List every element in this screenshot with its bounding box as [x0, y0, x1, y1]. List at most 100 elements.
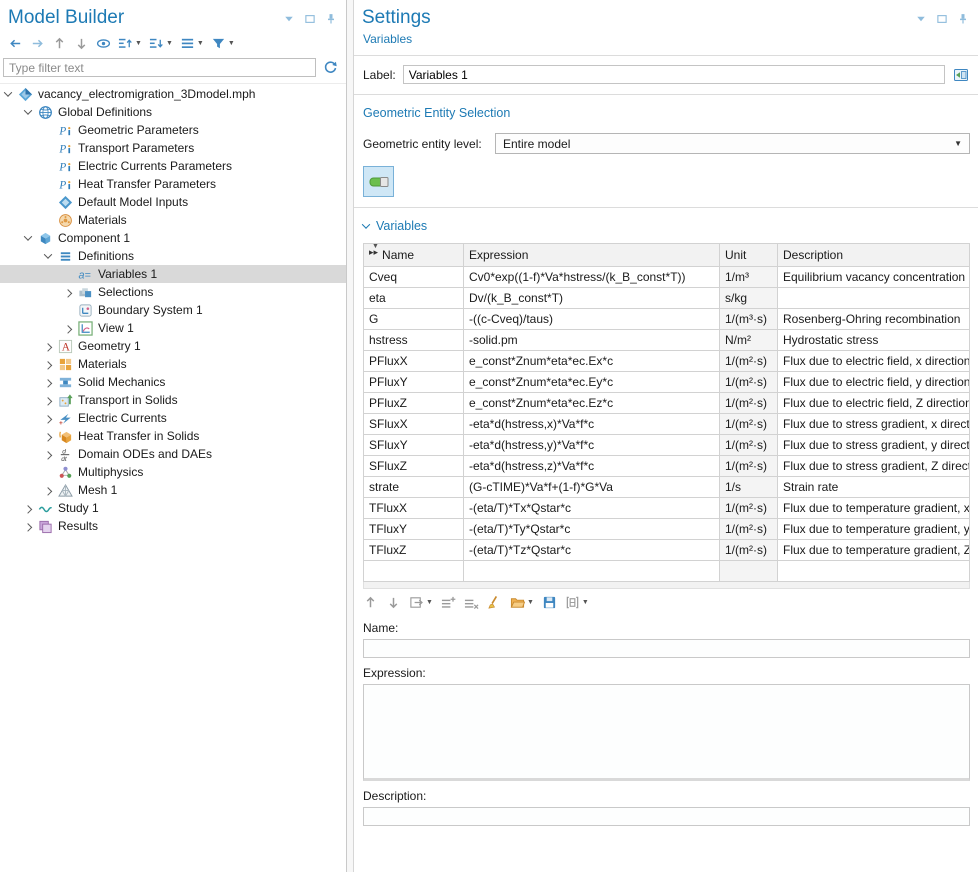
tree-item-heat-transfer-parameters[interactable]: PHeat Transfer Parameters: [0, 175, 346, 193]
unit-cell[interactable]: [720, 561, 778, 582]
expression-cell[interactable]: -eta*d(hstress,x)*Va*f*c: [464, 414, 720, 435]
panel-menu-button[interactable]: [282, 12, 296, 26]
expression-cell[interactable]: e_const*Znum*eta*ec.Ez*c: [464, 393, 720, 414]
add-row-button[interactable]: [439, 594, 458, 611]
move-up-button[interactable]: [50, 35, 69, 52]
chevron-right-icon[interactable]: [44, 451, 52, 459]
tree-item-global-definitions[interactable]: Global Definitions: [0, 103, 346, 121]
name-cell[interactable]: SFluxY: [364, 435, 464, 456]
chevron-down-icon[interactable]: [44, 250, 52, 258]
expand-all-button[interactable]: ▼: [116, 35, 144, 52]
move-down-button[interactable]: [72, 35, 91, 52]
forward-button[interactable]: [28, 35, 47, 52]
tree-item-study-1[interactable]: Study 1: [0, 499, 346, 517]
expression-cell[interactable]: -eta*d(hstress,z)*Va*f*c: [464, 456, 720, 477]
dropdown-caret-icon[interactable]: ▼: [228, 40, 235, 47]
name-cell[interactable]: TFluxY: [364, 519, 464, 540]
tree-item-view-1[interactable]: View 1: [0, 319, 346, 337]
tree-item-variables-1[interactable]: a=Variables 1: [0, 265, 346, 283]
dropdown-caret-icon[interactable]: ▼: [426, 599, 433, 606]
show-in-model-tree-button[interactable]: [952, 66, 970, 84]
unit-cell[interactable]: 1/(m²·s): [720, 414, 778, 435]
description-cell[interactable]: Strain rate: [778, 477, 970, 498]
back-button[interactable]: [6, 35, 25, 52]
column-header-description[interactable]: Description: [778, 244, 970, 267]
expression-input[interactable]: [363, 684, 970, 781]
column-move-icon[interactable]: ▸▸▼: [369, 248, 382, 262]
tree-item-results[interactable]: Results: [0, 517, 346, 535]
unit-cell[interactable]: 1/(m²·s): [720, 393, 778, 414]
expression-cell[interactable]: Dv/(k_B_const*T): [464, 288, 720, 309]
expression-cell[interactable]: e_const*Znum*eta*ec.Ex*c: [464, 351, 720, 372]
name-cell[interactable]: PFluxX: [364, 351, 464, 372]
dropdown-caret-icon[interactable]: ▼: [135, 40, 142, 47]
tree-item-domain-odes-and-daes[interactable]: ddtDomain ODEs and DAEs: [0, 445, 346, 463]
unit-cell[interactable]: s/kg: [720, 288, 778, 309]
description-cell[interactable]: Flux due to stress gradient, y direction: [778, 435, 970, 456]
panel-menu-button[interactable]: [914, 12, 928, 26]
description-cell[interactable]: [778, 561, 970, 582]
chevron-right-icon[interactable]: [44, 415, 52, 423]
name-cell[interactable]: [364, 561, 464, 582]
chevron-down-icon[interactable]: [24, 106, 32, 114]
name-cell[interactable]: Cveq: [364, 267, 464, 288]
tree-item-materials[interactable]: Materials: [0, 355, 346, 373]
table-settings-button[interactable]: ▼: [563, 594, 591, 611]
chevron-right-icon[interactable]: [24, 505, 32, 513]
name-cell[interactable]: hstress: [364, 330, 464, 351]
table-scrollbar[interactable]: [363, 582, 970, 589]
dropdown-caret-icon[interactable]: ▼: [166, 40, 173, 47]
collapse-all-button[interactable]: ▼: [147, 35, 175, 52]
tree-item-mesh-1[interactable]: Mesh 1: [0, 481, 346, 499]
tree-item-solid-mechanics[interactable]: Solid Mechanics: [0, 373, 346, 391]
tree-item-electric-currents[interactable]: +Electric Currents: [0, 409, 346, 427]
tree-item-component-1[interactable]: Component 1: [0, 229, 346, 247]
chevron-right-icon[interactable]: [44, 433, 52, 441]
chevron-right-icon[interactable]: [44, 343, 52, 351]
label-input[interactable]: [403, 65, 945, 84]
tree-item-heat-transfer-in-solids[interactable]: Heat Transfer in Solids: [0, 427, 346, 445]
show-button[interactable]: [94, 35, 113, 52]
chevron-right-icon[interactable]: [44, 379, 52, 387]
column-header-unit[interactable]: Unit: [720, 244, 778, 267]
unit-cell[interactable]: 1/(m³·s): [720, 309, 778, 330]
expression-cell[interactable]: -(eta/T)*Ty*Qstar*c: [464, 519, 720, 540]
tree-item-vacancy-electromigration-3dmodel-mph[interactable]: vacancy_electromigration_3Dmodel.mph: [0, 85, 346, 103]
save-to-file-button[interactable]: [540, 594, 559, 611]
chevron-down-icon[interactable]: [24, 232, 32, 240]
unit-cell[interactable]: N/m²: [720, 330, 778, 351]
column-header-name[interactable]: ▸▸▼Name: [364, 244, 464, 267]
load-from-file-button[interactable]: ▼: [508, 594, 536, 611]
move-up-button[interactable]: [361, 594, 380, 611]
model-tree-node-text-button[interactable]: ▼: [178, 35, 206, 52]
tree-item-boundary-system-1[interactable]: Boundary System 1: [0, 301, 346, 319]
active-selection-toggle[interactable]: [363, 166, 394, 197]
refresh-button[interactable]: [321, 59, 340, 76]
tree-item-materials[interactable]: Materials: [0, 211, 346, 229]
expression-cell[interactable]: -((c-Cveq)/taus): [464, 309, 720, 330]
float-window-button[interactable]: [935, 12, 949, 26]
name-cell[interactable]: TFluxZ: [364, 540, 464, 561]
tree-item-geometric-parameters[interactable]: PGeometric Parameters: [0, 121, 346, 139]
unit-cell[interactable]: 1/(m²·s): [720, 498, 778, 519]
chevron-right-icon[interactable]: [64, 289, 72, 297]
unit-cell[interactable]: 1/(m²·s): [720, 519, 778, 540]
unit-cell[interactable]: 1/s: [720, 477, 778, 498]
expression-cell[interactable]: -(eta/T)*Tz*Qstar*c: [464, 540, 720, 561]
chevron-down-icon[interactable]: [4, 88, 12, 96]
pin-button[interactable]: [324, 12, 338, 26]
name-cell[interactable]: PFluxZ: [364, 393, 464, 414]
delete-row-button[interactable]: [462, 594, 481, 611]
tree-item-electric-currents-parameters[interactable]: PElectric Currents Parameters: [0, 157, 346, 175]
tree-item-transport-in-solids[interactable]: Transport in Solids: [0, 391, 346, 409]
unit-cell[interactable]: 1/(m²·s): [720, 372, 778, 393]
tree-item-multiphysics[interactable]: Multiphysics: [0, 463, 346, 481]
chevron-right-icon[interactable]: [44, 361, 52, 369]
description-cell[interactable]: Flux due to electric field, y direction: [778, 372, 970, 393]
expression-cell[interactable]: e_const*Znum*eta*ec.Ey*c: [464, 372, 720, 393]
chevron-right-icon[interactable]: [44, 487, 52, 495]
description-cell[interactable]: Flux due to electric field, Z direction: [778, 393, 970, 414]
description-cell[interactable]: Equilibrium vacancy concentration: [778, 267, 970, 288]
unit-cell[interactable]: 1/(m²·s): [720, 351, 778, 372]
name-input[interactable]: [363, 639, 970, 658]
